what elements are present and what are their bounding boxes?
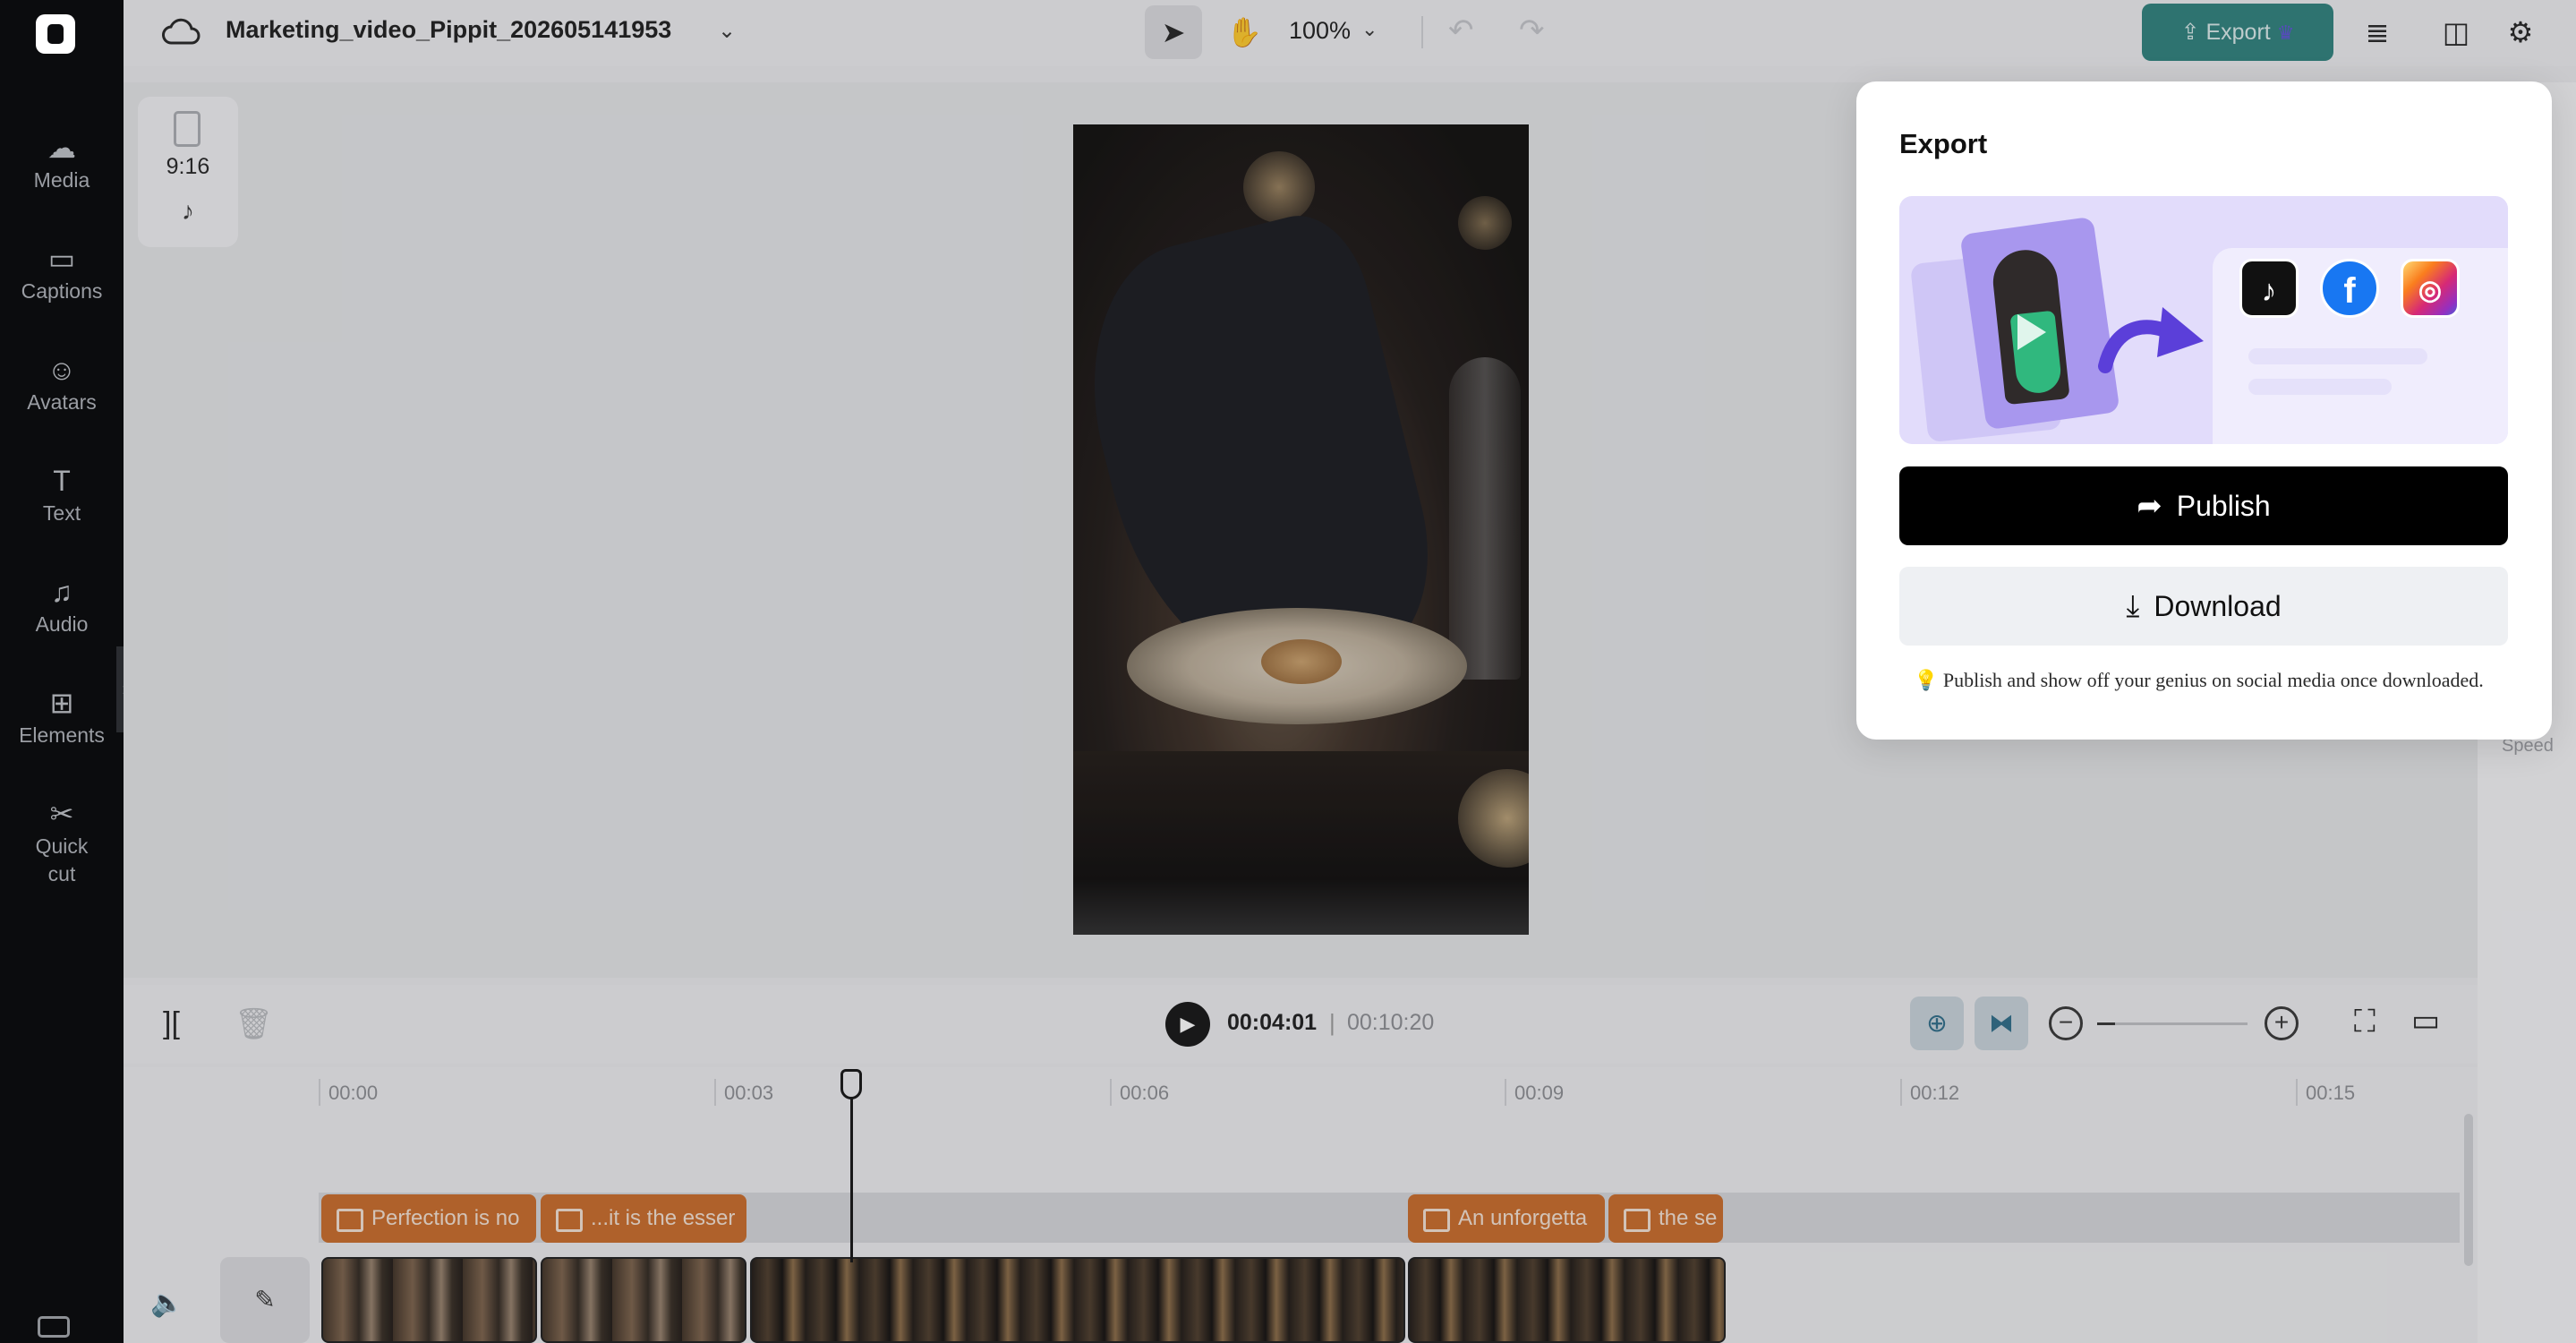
facebook-icon: f: [2320, 259, 2379, 318]
share-arrow-icon: ➦: [2137, 489, 2162, 523]
arrow-icon: [2098, 307, 2204, 373]
rail-item-label: Quick cut: [35, 834, 89, 885]
export-dialog: Export ♪ f ◎ ➦ Publish ⤓ Download 💡 Publis…: [1856, 81, 2552, 740]
rail-item-label: Audio: [35, 612, 89, 636]
instagram-icon: ◎: [2401, 259, 2460, 318]
keyboard-icon[interactable]: [38, 1316, 70, 1338]
music-note-icon: ♫: [51, 576, 73, 608]
download-icon: ⤓: [2126, 589, 2140, 623]
rail-item-avatars[interactable]: ☺ Avatars: [0, 351, 124, 416]
illustration-line: [2248, 348, 2427, 364]
rail-item-audio[interactable]: ♫ Audio: [0, 573, 124, 638]
play-icon: [2017, 314, 2046, 350]
download-label: Download: [2154, 590, 2282, 622]
rail-item-label: Captions: [21, 279, 103, 303]
rail-item-captions[interactable]: ▭ Captions: [0, 240, 124, 305]
dialog-title: Export: [1899, 128, 1988, 159]
export-illustration: ♪ f ◎: [1899, 196, 2508, 444]
captions-icon: ▭: [47, 243, 76, 275]
rail-item-media[interactable]: ☁ Media: [0, 129, 124, 194]
rail-item-label: Text: [42, 501, 81, 525]
rail-item-elements[interactable]: ⊞ Elements: [0, 684, 124, 749]
rail-item-text[interactable]: T Text: [0, 462, 124, 527]
text-icon: T: [53, 465, 71, 497]
left-rail: ☁ Media ▭ Captions ☺ Avatars T Text ♫ Au…: [0, 0, 124, 1343]
app-logo[interactable]: [36, 14, 75, 54]
rail-item-label: Elements: [19, 723, 105, 747]
illustration-line: [2248, 379, 2392, 395]
dialog-tip: 💡 Publish and show off your genius on so…: [1914, 669, 2484, 691]
quick-cut-icon: ✂: [49, 798, 74, 830]
avatar-icon: ☺: [47, 354, 77, 386]
rail-item-quick-cut[interactable]: ✂ Quick cut: [0, 795, 124, 888]
rail-item-label: Media: [33, 168, 90, 192]
publish-label: Publish: [2176, 490, 2271, 522]
download-button[interactable]: ⤓ Download: [1899, 567, 2508, 646]
tiktok-icon: ♪: [2239, 259, 2299, 318]
elements-icon: ⊞: [49, 687, 74, 719]
cloud-upload-icon: ☁: [47, 132, 76, 164]
rail-item-label: Avatars: [27, 390, 97, 414]
publish-button[interactable]: ➦ Publish: [1899, 466, 2508, 545]
